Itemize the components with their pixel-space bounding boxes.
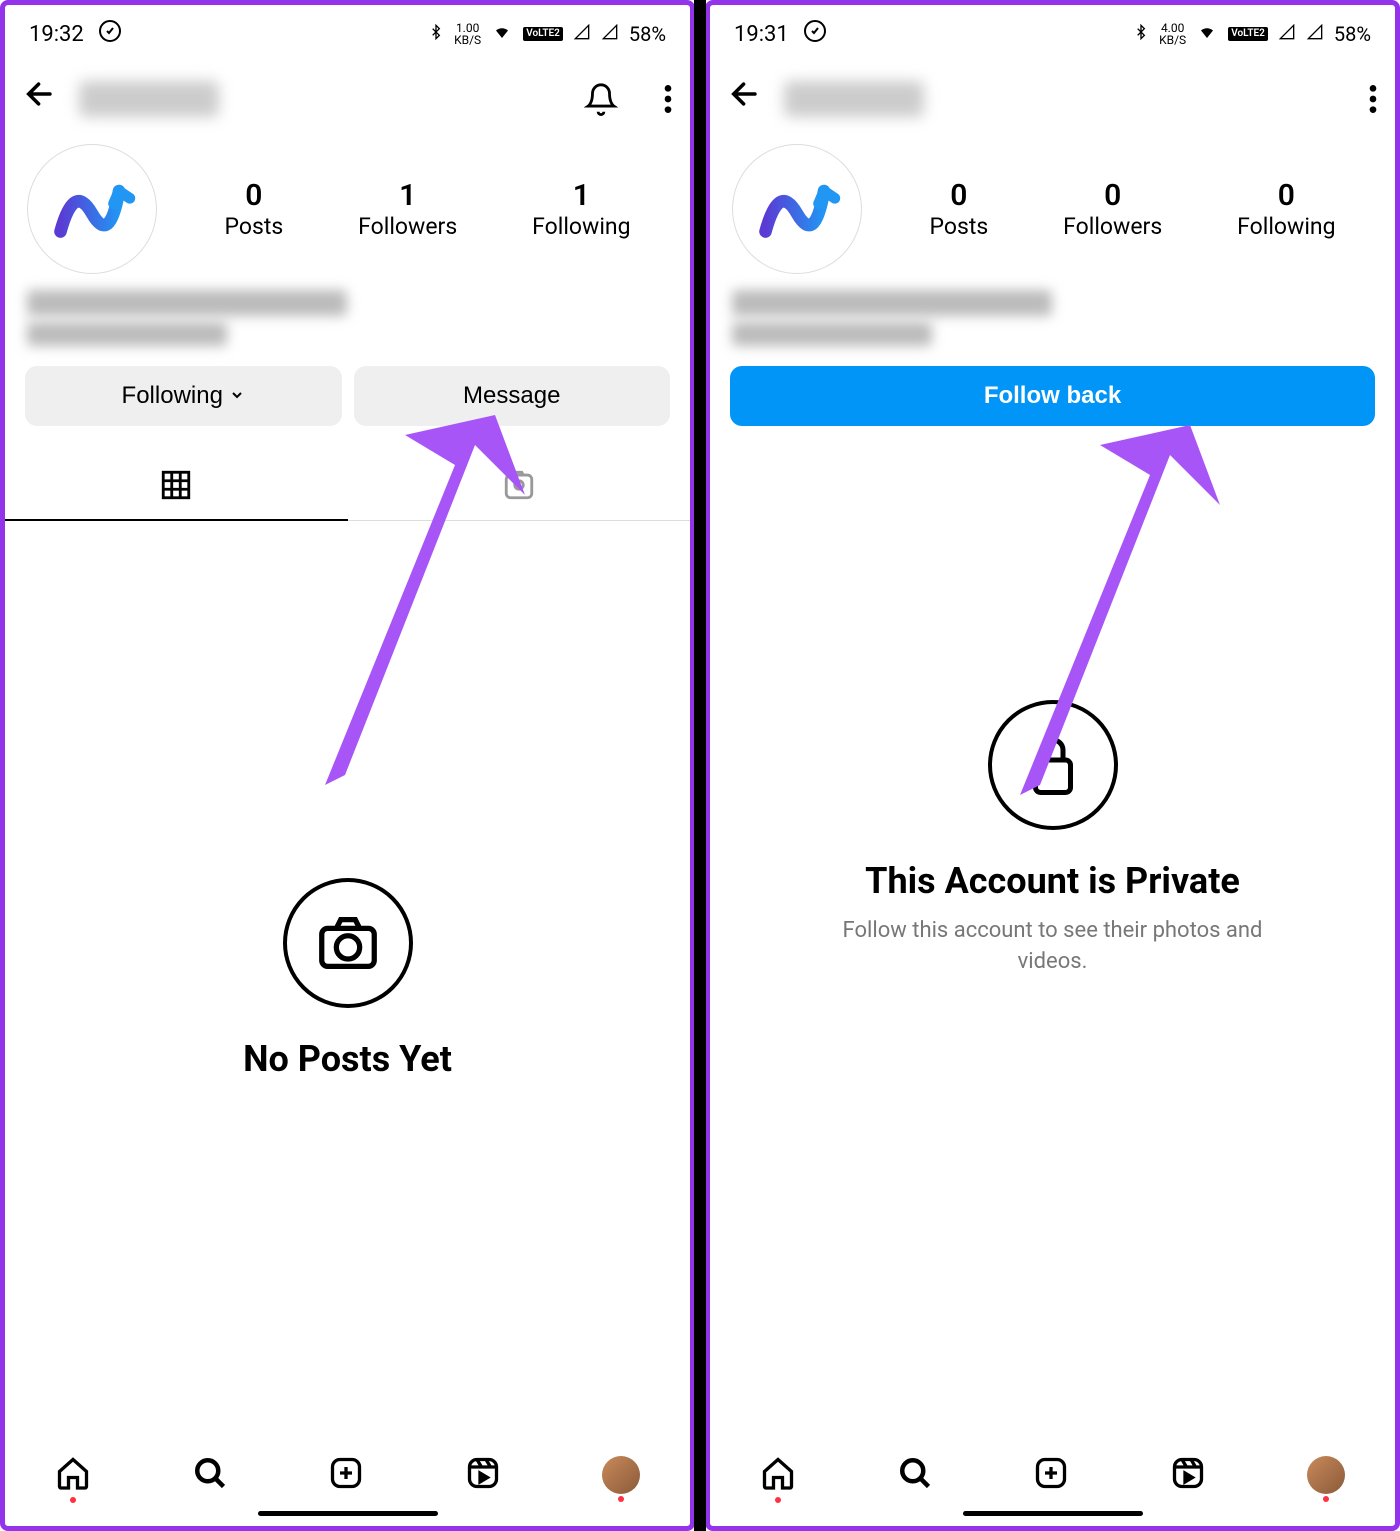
back-icon[interactable] xyxy=(728,77,762,120)
nav-search[interactable] xyxy=(192,1455,228,1495)
phone-right: 19:31 4.00 KB/S VoLTE2 58% xyxy=(705,0,1400,1531)
status-bar: 19:31 4.00 KB/S VoLTE2 58% xyxy=(710,5,1395,63)
status-time: 19:31 xyxy=(734,22,789,47)
following-button[interactable]: Following xyxy=(25,366,342,426)
nav-reels[interactable] xyxy=(1170,1455,1206,1495)
tabs xyxy=(5,450,690,521)
gesture-bar xyxy=(963,1511,1143,1516)
task-clock-icon xyxy=(803,19,827,49)
grid-tab[interactable] xyxy=(5,450,348,520)
nav-search[interactable] xyxy=(897,1455,933,1495)
wifi-icon xyxy=(1196,23,1218,45)
signal-icon-1 xyxy=(573,24,591,44)
chevron-down-icon xyxy=(229,382,245,410)
nav-create[interactable] xyxy=(328,1455,364,1495)
app-header xyxy=(5,63,690,134)
network-speed: 1.00 KB/S xyxy=(454,22,481,46)
lte-badge: VoLTE2 xyxy=(523,27,563,41)
bottom-nav xyxy=(5,1437,690,1505)
private-subtitle: Follow this account to see their photos … xyxy=(843,916,1263,978)
profile-row: 0 Posts 0 Followers 0 Following xyxy=(710,134,1395,284)
network-speed: 4.00 KB/S xyxy=(1159,22,1186,46)
task-clock-icon xyxy=(98,19,122,49)
bottom-nav xyxy=(710,1437,1395,1505)
camera-circle-icon xyxy=(283,878,413,1008)
back-icon[interactable] xyxy=(23,77,57,120)
nav-create[interactable] xyxy=(1033,1455,1069,1495)
signal-icon-1 xyxy=(1278,24,1296,44)
empty-no-posts: No Posts Yet xyxy=(5,521,690,1437)
bluetooth-icon xyxy=(1133,21,1149,47)
profile-row: 0 Posts 1 Followers 1 Following xyxy=(5,134,690,284)
stat-followers[interactable]: 0 Followers xyxy=(1063,178,1162,240)
nav-home[interactable] xyxy=(55,1455,91,1495)
more-options-icon[interactable] xyxy=(664,82,672,116)
notifications-icon[interactable] xyxy=(584,82,618,116)
center-divider xyxy=(694,0,706,1531)
signal-icon-2 xyxy=(1306,24,1324,44)
status-time: 19:32 xyxy=(29,22,84,47)
signal-icon-2 xyxy=(601,24,619,44)
wifi-icon xyxy=(491,23,513,45)
nav-profile[interactable] xyxy=(1307,1456,1345,1494)
status-bar: 19:32 1.00 KB/S VoLTE2 58% xyxy=(5,5,690,63)
stat-posts[interactable]: 0 Posts xyxy=(224,178,283,240)
bio-redacted xyxy=(710,284,1395,352)
app-header xyxy=(710,63,1395,134)
nav-reels[interactable] xyxy=(465,1455,501,1495)
no-posts-title: No Posts Yet xyxy=(243,1038,452,1080)
battery-text: 58% xyxy=(1334,22,1371,46)
stat-following[interactable]: 0 Following xyxy=(1237,178,1335,240)
username-redacted xyxy=(79,81,219,117)
more-options-icon[interactable] xyxy=(1369,82,1377,116)
nav-home[interactable] xyxy=(760,1455,796,1495)
message-button[interactable]: Message xyxy=(354,366,671,426)
stat-posts[interactable]: 0 Posts xyxy=(929,178,988,240)
profile-avatar[interactable] xyxy=(27,144,157,274)
follow-back-button[interactable]: Follow back xyxy=(730,366,1375,426)
nav-profile[interactable] xyxy=(602,1456,640,1494)
stat-followers[interactable]: 1 Followers xyxy=(358,178,457,240)
private-title: This Account is Private xyxy=(865,860,1240,902)
lte-badge: VoLTE2 xyxy=(1228,27,1268,41)
battery-text: 58% xyxy=(629,22,666,46)
profile-avatar[interactable] xyxy=(732,144,862,274)
tagged-tab[interactable] xyxy=(348,450,691,520)
private-account-state: This Account is Private Follow this acco… xyxy=(710,440,1395,1437)
bio-redacted xyxy=(5,284,690,352)
username-redacted xyxy=(784,81,924,117)
bluetooth-icon xyxy=(428,21,444,47)
phone-left: 19:32 1.00 KB/S VoLTE2 58% xyxy=(0,0,695,1531)
lock-circle-icon xyxy=(988,700,1118,830)
gesture-bar xyxy=(258,1511,438,1516)
stat-following[interactable]: 1 Following xyxy=(532,178,630,240)
